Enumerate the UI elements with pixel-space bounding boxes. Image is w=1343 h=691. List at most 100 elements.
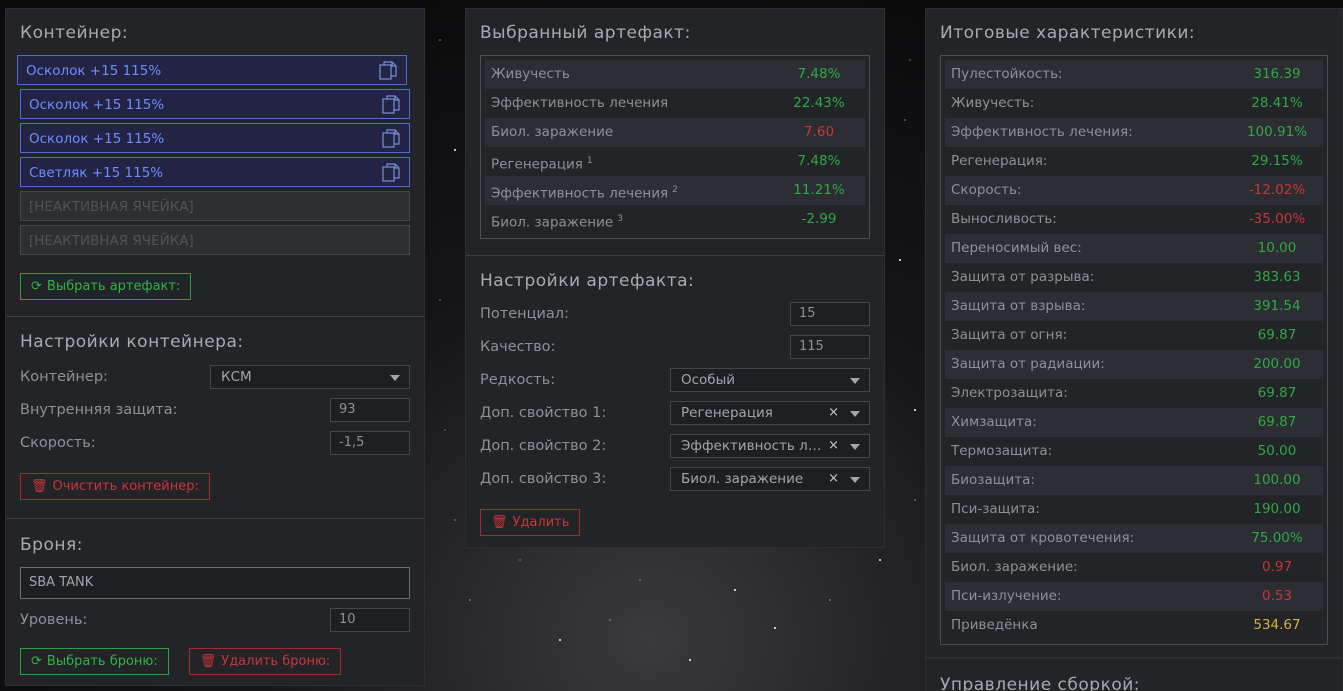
quality-row: Качество: 115 <box>480 330 870 363</box>
extra2-value: Эффективность лечения <box>681 437 826 454</box>
quality-input[interactable]: 115 <box>790 334 870 359</box>
stat-name-text: Биол. заражение <box>491 214 614 231</box>
stat-row: Защита от огня: 69.87 <box>945 321 1323 350</box>
build-management-section: Управление сборкой: <box>926 659 1342 691</box>
inner-protection-input[interactable]: 93 <box>330 397 410 422</box>
delete-artifact-label: Удалить <box>512 515 570 530</box>
potential-input[interactable]: 15 <box>790 301 870 326</box>
quality-label: Качество: <box>480 338 556 355</box>
chevron-down-icon <box>850 476 860 483</box>
stat-name: Химзащита: <box>951 408 1037 437</box>
stat-row: Защита от кровотечения: 75.00% <box>945 524 1323 553</box>
clear-container-button[interactable]: 🗑 Очистить контейнер: <box>20 473 210 500</box>
stat-name: Термозащита: <box>951 437 1052 466</box>
stat-value: 100.00 <box>1253 472 1301 488</box>
copy-icon[interactable] <box>382 129 400 149</box>
stat-row: Пулестойкость: 316.39 <box>945 60 1323 89</box>
armor-level-input[interactable]: 10 <box>330 607 410 632</box>
rarity-value: Особый <box>681 371 736 388</box>
container-slot[interactable]: [НЕАКТИВНАЯ ЯЧЕЙКА] <box>20 225 410 255</box>
stat-value: 190.00 <box>1253 501 1301 517</box>
stat-value: 7.48% <box>797 66 841 82</box>
stat-name: Электрозащита: <box>951 379 1068 408</box>
stat-row: Регенерация: 29.15% <box>945 147 1323 176</box>
rarity-select[interactable]: Особый <box>670 367 870 392</box>
extra1-row: Доп. свойство 1: Регенерация × <box>480 396 870 429</box>
select-armor-button[interactable]: ⟳ Выбрать броню: <box>20 648 169 675</box>
container-type-row: Контейнер: КСМ <box>20 360 410 393</box>
extra3-select[interactable]: Биол. заражение × <box>670 466 870 491</box>
container-slot[interactable]: Осколок +15 115% <box>20 123 410 153</box>
build-management-panel: Управление сборкой: <box>925 658 1343 691</box>
container-type-label: Контейнер: <box>20 368 108 385</box>
copy-icon[interactable] <box>382 163 400 183</box>
stat-footnote: 1 <box>586 156 593 166</box>
stat-value: 200.00 <box>1253 356 1301 372</box>
container-slot[interactable]: Светляк +15 115% <box>20 157 410 187</box>
artifact-stats-table: Живучесть 7.48% Эффективность лечения 22.43… <box>480 55 870 239</box>
container-slot[interactable]: Осколок +15 115% <box>20 89 410 119</box>
stat-value: 100.91% <box>1246 124 1308 140</box>
stat-name-text: Живучесть <box>491 66 570 82</box>
stat-name-text: Живучесть: <box>951 95 1035 111</box>
container-slots: Осколок +15 115% Осколок +15 115% Осколок … <box>17 55 410 255</box>
left-panel: Контейнер: Осколок +15 115% Осколок +15 1… <box>5 8 425 686</box>
stat-name-text: Скорость: <box>951 182 1022 198</box>
stat-row: Защита от радиации: 200.00 <box>945 350 1323 379</box>
clear-container-label: Очистить контейнер: <box>52 479 199 494</box>
stat-name: Живучесть: <box>951 89 1034 118</box>
stat-value: 69.87 <box>1257 414 1297 430</box>
selected-artifact-title: Выбранный артефакт: <box>480 23 691 43</box>
extra2-select[interactable]: Эффективность лечения × <box>670 433 870 458</box>
stat-name-text: Выносливость: <box>951 211 1057 227</box>
container-section: Контейнер: Осколок +15 115% Осколок +15 1… <box>6 9 424 317</box>
stat-row: Выносливость: -35.00% <box>945 205 1323 234</box>
selected-artifact-section: Выбранный артефакт: Живучесть 7.48% Эффект… <box>466 9 884 256</box>
stat-name: Пси-излучение: <box>951 582 1062 611</box>
extra3-value: Биол. заражение <box>681 470 804 487</box>
stat-name-text: Защита от взрыва: <box>951 298 1086 314</box>
stat-row: Термозащита: 50.00 <box>945 437 1323 466</box>
stat-value: 22.43% <box>793 95 845 111</box>
stat-value: 28.41% <box>1251 95 1303 111</box>
speed-input[interactable]: -1,5 <box>330 430 410 455</box>
stat-name: Регенерация: <box>951 147 1047 176</box>
close-icon[interactable]: × <box>828 468 839 490</box>
stat-value: 383.63 <box>1253 269 1301 285</box>
delete-armor-button[interactable]: 🗑 Удалить броню: <box>188 648 342 675</box>
inner-protection-label: Внутренняя защита: <box>20 401 178 418</box>
middle-panel: Выбранный артефакт: Живучесть 7.48% Эффект… <box>465 8 885 548</box>
inner-protection-row: Внутренняя защита: 93 <box>20 393 410 426</box>
container-type-select[interactable]: КСМ <box>210 364 410 389</box>
container-type-value: КСМ <box>221 368 252 385</box>
stat-name: Пулестойкость: <box>951 60 1063 89</box>
stat-name-text: Защита от радиации: <box>951 356 1105 372</box>
copy-icon[interactable] <box>379 61 397 81</box>
rarity-row: Редкость: Особый <box>480 363 870 396</box>
extra1-value: Регенерация <box>681 404 773 421</box>
container-settings-section: Настройки контейнера: Контейнер: КСМ Вну… <box>6 317 424 519</box>
slot-label: Светляк +15 115% <box>29 165 164 181</box>
stat-name-text: Пси-излучение: <box>951 588 1062 604</box>
container-slot[interactable]: Осколок +15 115% <box>17 55 407 85</box>
stat-name-text: Биол. заражение <box>491 124 614 140</box>
close-icon[interactable]: × <box>828 435 839 457</box>
stat-name-text: Регенерация: <box>951 153 1048 169</box>
stat-name: Приведёнка <box>951 611 1038 640</box>
close-icon[interactable]: × <box>828 402 839 424</box>
extra2-label: Доп. свойство 2: <box>480 437 607 454</box>
stat-row: Электрозащита: 69.87 <box>945 379 1323 408</box>
copy-icon[interactable] <box>382 95 400 115</box>
stat-name-text: Биол. заражение: <box>951 559 1078 575</box>
delete-artifact-button[interactable]: 🗑 Удалить <box>480 509 581 536</box>
container-slot[interactable]: [НЕАКТИВНАЯ ЯЧЕЙКА] <box>20 191 410 221</box>
select-artifact-button[interactable]: ⟳ Выбрать артефакт: <box>20 273 192 300</box>
totals-section: Итоговые характеристики: Пулестойкость: 3… <box>926 9 1342 659</box>
stat-value: 7.48% <box>797 153 841 169</box>
stat-value: 7.60 <box>803 124 835 140</box>
extra1-select[interactable]: Регенерация × <box>670 400 870 425</box>
stat-row: Живучесть: 28.41% <box>945 89 1323 118</box>
chevron-down-icon <box>850 443 860 450</box>
armor-name-input[interactable]: SBA TANK <box>20 567 410 599</box>
stat-name-text: Эффективность лечения: <box>951 124 1133 140</box>
